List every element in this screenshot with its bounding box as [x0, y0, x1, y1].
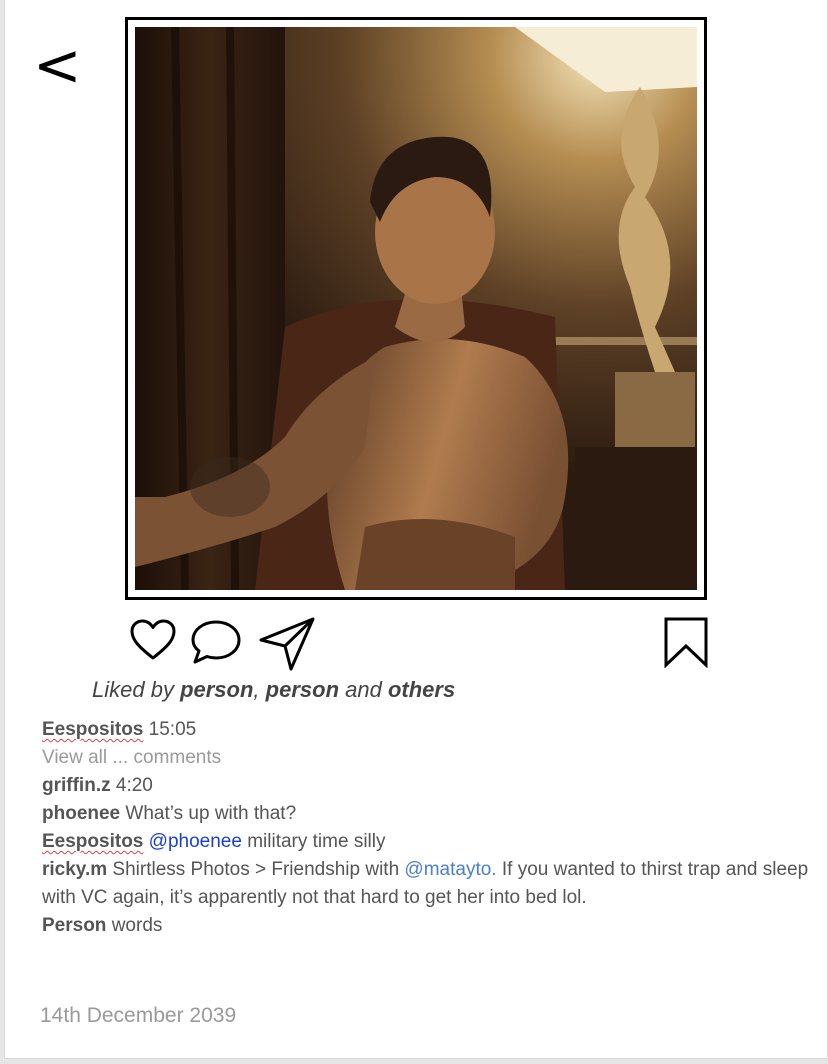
comment-mention[interactable]: @phoenee	[149, 831, 242, 852]
post-actions-bar	[5, 614, 827, 672]
post-page: < Liked by person, person and others Ees…	[4, 0, 828, 1059]
likers-others-link[interactable]: others	[388, 677, 455, 702]
heart-icon[interactable]	[129, 618, 177, 662]
post-date: 14th December 2039	[40, 1004, 237, 1027]
comment-username[interactable]: ricky.m	[42, 859, 107, 880]
comment-username[interactable]: Eespositos	[42, 831, 143, 852]
likes-conjunction: and	[339, 677, 388, 702]
back-button[interactable]: <	[33, 30, 83, 100]
comment-text: military time silly	[241, 831, 386, 852]
liker-link-1[interactable]: person	[180, 677, 253, 702]
likes-prefix: Liked by	[92, 677, 181, 702]
comment-item: griffin.z 4:20	[42, 772, 812, 800]
comment-username[interactable]: griffin.z	[42, 775, 111, 796]
photo-illustration	[135, 27, 697, 590]
comment-text: 4:20	[110, 775, 153, 796]
comment-text: Shirtless Photos > Friendship with	[107, 859, 405, 880]
comments-list: Eespositos 15:05 View all ... comments g…	[42, 716, 812, 940]
view-all-comments-link[interactable]: View all ... comments	[42, 744, 812, 772]
bookmark-icon[interactable]	[663, 616, 709, 668]
comment-mention[interactable]: @matayto.	[404, 859, 496, 880]
comment-bubble-icon[interactable]	[189, 618, 243, 666]
comment-text: What’s up with that?	[120, 803, 297, 824]
comment-item: Person words	[42, 912, 812, 940]
comment-item: phoenee What’s up with that?	[42, 800, 812, 828]
likes-separator: ,	[253, 677, 266, 702]
comment-username[interactable]: Eespositos	[42, 719, 143, 740]
post-photo[interactable]	[135, 27, 697, 590]
likes-summary: Liked by person, person and others	[92, 677, 455, 703]
comment-text: 15:05	[143, 719, 197, 740]
post-photo-frame	[125, 17, 707, 600]
comment-username[interactable]: phoenee	[42, 803, 120, 824]
comment-item: Eespositos 15:05	[42, 716, 812, 744]
liker-link-2[interactable]: person	[266, 677, 339, 702]
comment-item: Eespositos @phoenee military time silly	[42, 828, 812, 856]
comment-item: ricky.m Shirtless Photos > Friendship wi…	[42, 856, 812, 912]
comment-text: words	[106, 915, 163, 936]
paper-plane-icon[interactable]	[257, 616, 317, 672]
comment-username[interactable]: Person	[42, 915, 106, 936]
